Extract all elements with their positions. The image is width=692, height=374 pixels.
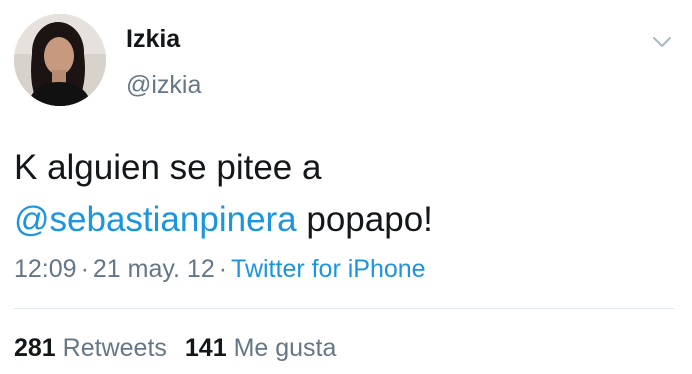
tweet-text: K alguien se pitee a @sebastianpinera po… (14, 142, 674, 246)
author-display-name[interactable]: Izkia (126, 24, 201, 54)
tweet-text-line: K alguien se pitee a (14, 148, 322, 187)
divider (14, 308, 674, 309)
likes-label[interactable]: Me gusta (234, 334, 337, 362)
tweet-metadata: 12:09 · 21 may. 12 · Twitter for iPhone (14, 254, 426, 284)
tweet-source-link[interactable]: Twitter for iPhone (231, 255, 426, 283)
tweet-card: Izkia @izkia K alguien se pitee a @sebas… (0, 0, 692, 374)
retweets-count[interactable]: 281 (14, 334, 56, 362)
mention-link[interactable]: @sebastianpinera (14, 200, 297, 239)
tweet-text-line: @sebastianpinera popapo! (14, 194, 674, 246)
meta-separator: · (218, 255, 228, 283)
tweet-date[interactable]: 21 may. 12 (93, 255, 215, 283)
avatar[interactable] (14, 14, 106, 106)
tweet-text-fragment: popapo! (296, 200, 433, 239)
tweet-time[interactable]: 12:09 (14, 255, 77, 283)
meta-separator: · (80, 255, 89, 283)
tweet-stats: 281 Retweets 141 Me gusta (14, 333, 336, 363)
author-handle[interactable]: @izkia (126, 70, 201, 100)
likes-count[interactable]: 141 (185, 334, 227, 362)
retweets-label[interactable]: Retweets (63, 334, 167, 362)
chevron-down-icon[interactable] (650, 30, 674, 54)
tweet-author: Izkia @izkia (126, 24, 201, 100)
